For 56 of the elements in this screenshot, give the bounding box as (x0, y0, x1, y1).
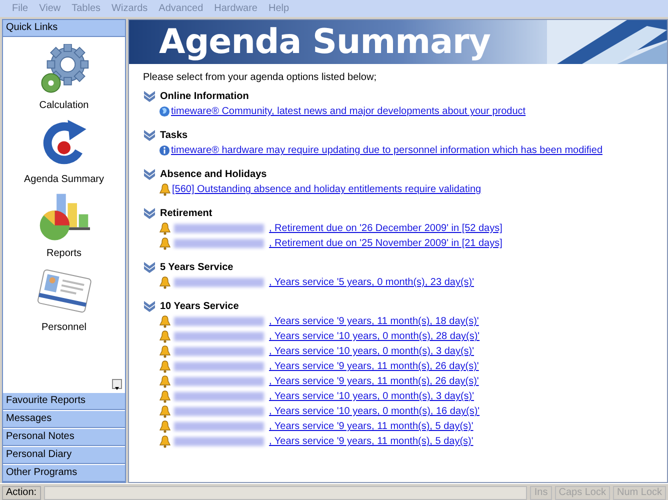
intro-text: Please select from your agenda options listed below; (143, 72, 378, 83)
quick-link[interactable]: Agenda Summary (18, 117, 110, 189)
navigation-section[interactable]: Messages (3, 410, 125, 428)
bell-icon (159, 420, 171, 433)
status-label: Action: (2, 486, 41, 500)
agenda-link[interactable]: , Years service '9 years, 11 month(s), 26 day(s)' (269, 361, 479, 372)
agenda-link[interactable]: , Years service '9 years, 11 month(s), 5 day(s)' (269, 421, 474, 432)
agenda-link[interactable]: , Years service '9 years, 11 month(s), 5 day(s)' (269, 436, 474, 447)
navigation-section[interactable]: Personal Notes (3, 428, 125, 446)
bell-icon (159, 183, 171, 196)
agenda-link[interactable]: , Retirement due on '26 December 2009' in [52 days] (269, 223, 502, 234)
double-chevron-icon (143, 90, 156, 102)
bell-icon (159, 435, 171, 448)
panel-header: Quick Links (3, 20, 125, 37)
quick-link[interactable]: Personnel (28, 265, 100, 337)
bell-icon (159, 405, 171, 418)
section-heading: 5 Years Service (160, 262, 234, 272)
agenda-link[interactable]: , Years service '9 years, 11 month(s), 26 day(s)' (269, 376, 479, 387)
double-chevron-icon (143, 129, 156, 141)
bell-icon (159, 390, 171, 403)
section-heading: Tasks (160, 130, 188, 140)
bell-icon (159, 345, 171, 358)
navigation-section[interactable]: Other Programs (3, 464, 125, 482)
bell-icon (159, 360, 171, 373)
agenda-link[interactable]: [560] Outstanding absence and holiday entitlements require validating (172, 184, 482, 195)
info-icon (159, 145, 170, 156)
globe-icon (159, 106, 170, 117)
navigation-section[interactable]: Personal Diary (3, 446, 125, 464)
bell-icon (159, 315, 171, 328)
bell-icon (159, 375, 171, 388)
section-heading: Online Information (160, 90, 249, 102)
bell-icon (159, 222, 171, 235)
agenda-link[interactable]: timeware® Community, latest news and major developments about your product (171, 106, 526, 117)
double-chevron-icon (143, 168, 156, 180)
double-chevron-icon (143, 261, 156, 273)
quick-link[interactable]: Calculation (30, 43, 98, 115)
section-heading: 10 Years Service (160, 300, 239, 312)
double-chevron-icon (143, 300, 156, 312)
double-chevron-icon (143, 207, 156, 219)
agenda-link[interactable]: timeware® hardware may require updating due to personnel information which has been modified (171, 145, 602, 156)
agenda-link[interactable]: , Years service '10 years, 0 month(s), 3 day(s)' (269, 391, 474, 402)
banner-title: Agenda Summary (159, 22, 490, 62)
agenda-link[interactable]: , Years service '5 years, 0 month(s), 23 day(s)' (269, 277, 474, 288)
section-heading: Retirement (160, 208, 212, 218)
bell-icon (159, 237, 171, 250)
quick-link[interactable]: Reports (28, 191, 100, 263)
agenda-link[interactable]: , Years service '9 years, 11 month(s), 18 day(s)' (269, 316, 479, 327)
bell-icon (159, 276, 171, 289)
scroll-down-button[interactable] (112, 379, 122, 389)
agenda-link[interactable]: , Years service '10 years, 0 month(s), 3 day(s)' (269, 346, 474, 357)
section-heading: Absence and Holidays (160, 168, 267, 180)
agenda-link[interactable]: , Years service '10 years, 0 month(s), 28 day(s)' (269, 331, 480, 342)
navigation-section[interactable]: Favourite Reports (3, 392, 125, 410)
bell-icon (159, 330, 171, 343)
agenda-link[interactable]: , Retirement due on '25 November 2009' in [21 days] (269, 238, 502, 249)
agenda-link[interactable]: , Years service '10 years, 0 month(s), 16 day(s)' (269, 406, 480, 417)
